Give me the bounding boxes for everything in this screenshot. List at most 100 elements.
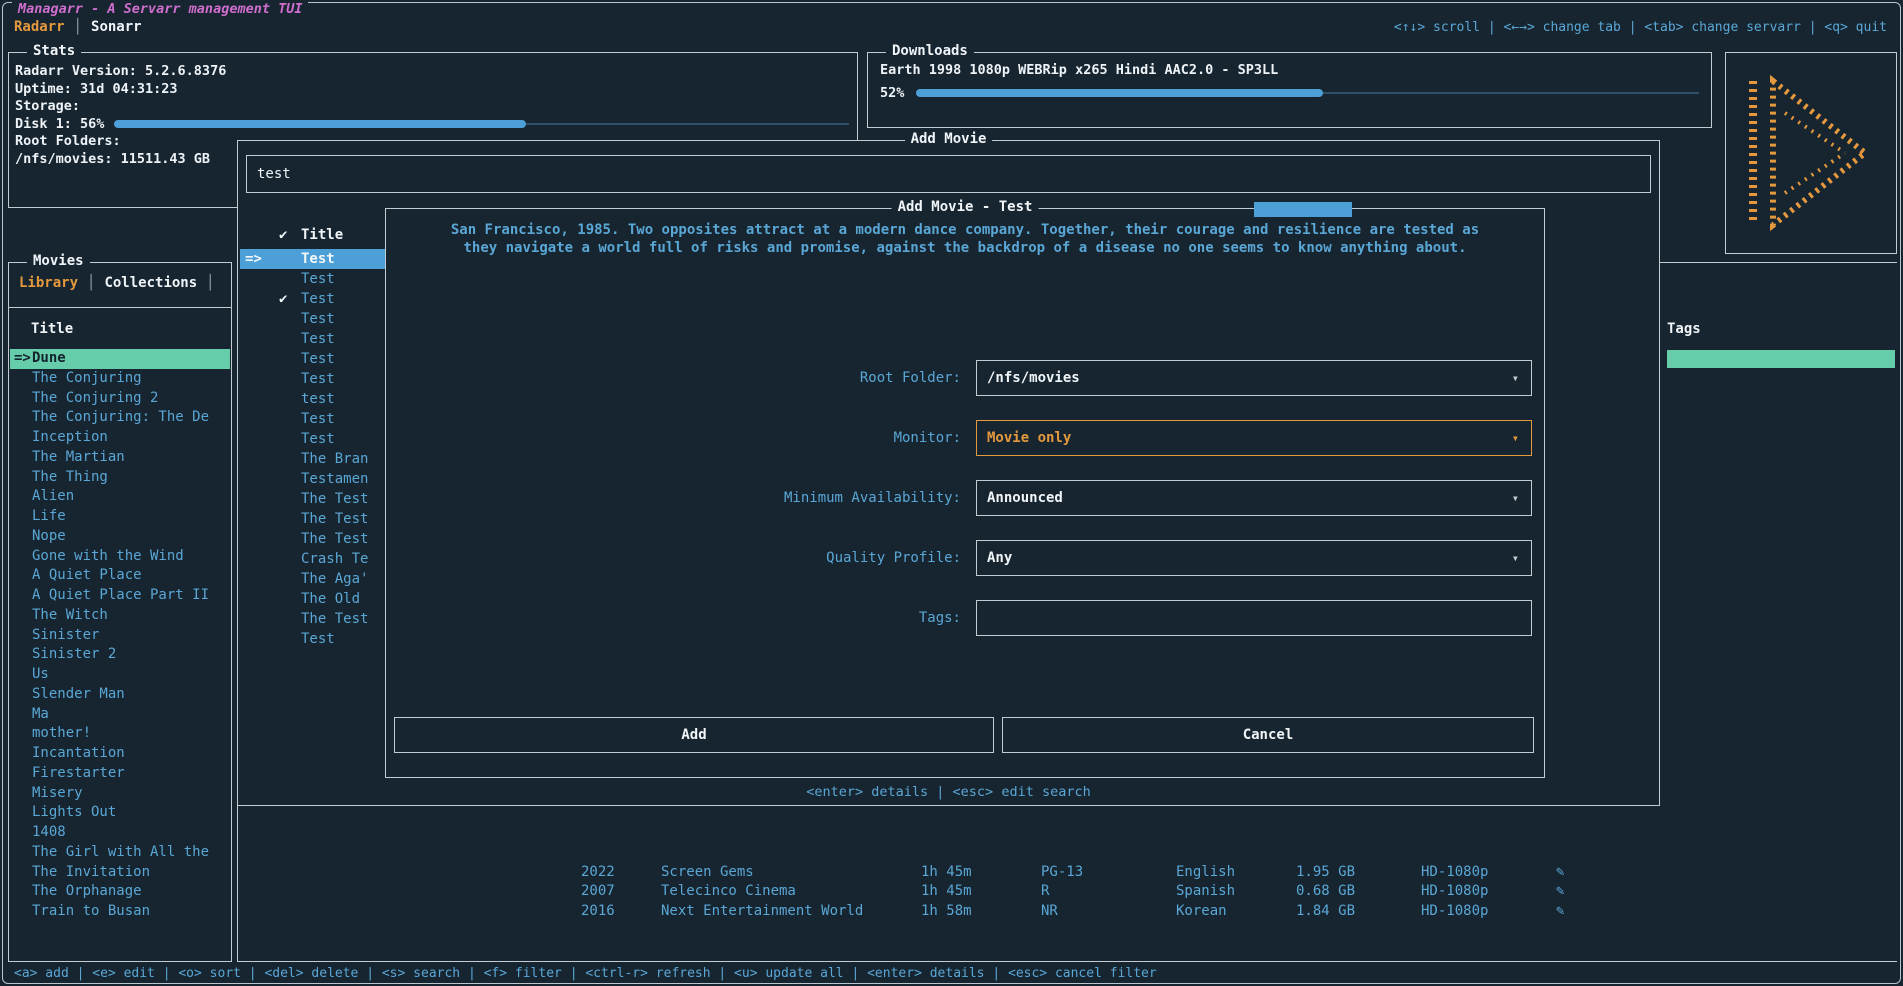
- movie-row[interactable]: Life: [10, 507, 230, 527]
- search-input-value: test: [247, 156, 1650, 192]
- result-title: Test: [301, 289, 335, 309]
- movie-row[interactable]: The Martian: [10, 448, 230, 468]
- tab-sonarr[interactable]: Sonarr: [91, 19, 142, 35]
- form-input-quality-profile[interactable]: Any▾: [976, 540, 1532, 576]
- movie-row[interactable]: The Conjuring: The De: [10, 408, 230, 428]
- add-movie-search-input[interactable]: test: [246, 155, 1651, 193]
- search-result-row[interactable]: Test: [240, 429, 386, 449]
- movie-row[interactable]: Train to Busan: [10, 902, 230, 922]
- movie-row[interactable]: Sinister: [10, 626, 230, 646]
- cancel-button[interactable]: Cancel: [1002, 717, 1534, 753]
- movie-row[interactable]: Sinister 2: [10, 645, 230, 665]
- search-result-row[interactable]: test: [240, 389, 386, 409]
- movie-title: The Conjuring: [32, 370, 142, 386]
- table-row[interactable]: 2022Screen Gems1h 45mPG-13English1.95 GB…: [238, 863, 1897, 883]
- cell-size: 0.68 GB: [1296, 882, 1355, 902]
- tab-library[interactable]: Library: [19, 275, 78, 291]
- movie-title: The Martian: [32, 449, 125, 465]
- download-progress-line: 52%: [868, 85, 1711, 101]
- search-result-row[interactable]: The Test: [240, 529, 386, 549]
- tab-radarr[interactable]: Radarr: [14, 19, 65, 35]
- search-result-row[interactable]: The Aga': [240, 569, 386, 589]
- movie-row[interactable]: Nope: [10, 527, 230, 547]
- movie-row[interactable]: Slender Man: [10, 685, 230, 705]
- download-item-name: Earth 1998 1080p WEBRip x265 Hindi AAC2.…: [868, 53, 1711, 78]
- form-value: Announced: [987, 481, 1063, 515]
- movie-row[interactable]: Firestarter: [10, 764, 230, 784]
- form-input-monitor[interactable]: Movie only▾: [976, 420, 1532, 456]
- search-result-row[interactable]: =>Test: [240, 249, 386, 269]
- add-movie-popup-title: Add Movie: [905, 131, 993, 147]
- movie-row[interactable]: Inception: [10, 428, 230, 448]
- table-row[interactable]: [238, 843, 1897, 863]
- tabs-divider: [9, 307, 231, 308]
- search-result-row[interactable]: Testamen: [240, 469, 386, 489]
- add-button[interactable]: Add: [394, 717, 994, 753]
- movie-row[interactable]: Gone with the Wind: [10, 547, 230, 567]
- popup-hint-text: <enter> details | <esc> edit search: [238, 784, 1659, 800]
- movie-row[interactable]: The Witch: [10, 606, 230, 626]
- edit-pencil-icon: ✎: [1556, 902, 1564, 922]
- search-result-row[interactable]: The Test: [240, 609, 386, 629]
- search-result-row[interactable]: Test: [240, 309, 386, 329]
- search-result-row[interactable]: Test: [240, 269, 386, 289]
- managarr-play-logo-icon: [1741, 69, 1881, 237]
- table-row[interactable]: [238, 803, 1897, 823]
- cell-quality: HD-1080p: [1421, 902, 1488, 922]
- movie-row[interactable]: The Girl with All the: [10, 843, 230, 863]
- movie-title: The Invitation: [32, 864, 150, 880]
- search-result-row[interactable]: Crash Te: [240, 549, 386, 569]
- movie-row[interactable]: Misery: [10, 784, 230, 804]
- chevron-down-icon: ▾: [1512, 541, 1519, 575]
- search-result-row[interactable]: ✔Test: [240, 289, 386, 309]
- movie-row[interactable]: Incantation: [10, 744, 230, 764]
- search-result-row[interactable]: The Old: [240, 589, 386, 609]
- table-row[interactable]: 2007Telecinco Cinema1h 45mRSpanish0.68 G…: [238, 882, 1897, 902]
- search-result-row[interactable]: The Bran: [240, 449, 386, 469]
- movie-row[interactable]: The Thing: [10, 468, 230, 488]
- downloads-panel: Downloads Earth 1998 1080p WEBRip x265 H…: [867, 52, 1712, 128]
- movie-title: The Witch: [32, 607, 108, 623]
- movie-row[interactable]: Lights Out: [10, 803, 230, 823]
- cell-studio: Telecinco Cinema: [661, 882, 796, 902]
- movie-row[interactable]: A Quiet Place Part II: [10, 586, 230, 606]
- movie-row[interactable]: =>Dune: [10, 349, 230, 369]
- search-result-row[interactable]: The Test: [240, 489, 386, 509]
- movie-row[interactable]: The Invitation: [10, 863, 230, 883]
- movie-title: Misery: [32, 785, 83, 801]
- cell-studio: Next Entertainment World: [661, 902, 863, 922]
- result-title: test: [301, 389, 335, 409]
- cell-runtime: 1h 45m: [921, 863, 972, 883]
- movie-title: The Girl with All the: [32, 844, 209, 860]
- form-input-root-folder[interactable]: /nfs/movies▾: [976, 360, 1532, 396]
- search-result-row[interactable]: Test: [240, 629, 386, 649]
- form-input-tags[interactable]: [976, 600, 1532, 636]
- search-result-row[interactable]: Test: [240, 329, 386, 349]
- cell-year: 2007: [581, 882, 615, 902]
- movie-row[interactable]: 1408: [10, 823, 230, 843]
- movie-row[interactable]: The Conjuring: [10, 369, 230, 389]
- movie-description: San Francisco, 1985. Two opposites attra…: [386, 221, 1544, 257]
- chevron-down-icon: ▾: [1512, 361, 1519, 395]
- form-input-minimum-availability[interactable]: Announced▾: [976, 480, 1532, 516]
- movie-row[interactable]: A Quiet Place: [10, 566, 230, 586]
- table-row[interactable]: 2016Next Entertainment World1h 58mNRKore…: [238, 902, 1897, 922]
- result-title: Test: [301, 409, 335, 429]
- cell-rating: R: [1041, 882, 1049, 902]
- movie-row[interactable]: The Conjuring 2: [10, 389, 230, 409]
- movie-row[interactable]: Ma: [10, 705, 230, 725]
- search-result-row[interactable]: Test: [240, 409, 386, 429]
- search-result-row[interactable]: Test: [240, 369, 386, 389]
- movie-row[interactable]: Us: [10, 665, 230, 685]
- table-row[interactable]: [238, 823, 1897, 843]
- search-result-row[interactable]: The Test: [240, 509, 386, 529]
- movie-row[interactable]: mother!: [10, 724, 230, 744]
- movie-title: Incantation: [32, 745, 125, 761]
- movie-row[interactable]: Alien: [10, 487, 230, 507]
- download-progress-gauge: [916, 89, 1699, 97]
- movie-title: Ma: [32, 706, 49, 722]
- search-result-row[interactable]: Test: [240, 349, 386, 369]
- movie-row[interactable]: The Orphanage: [10, 882, 230, 902]
- movies-panel: Movies Library│Collections│ Title =>Dune…: [8, 262, 232, 962]
- tab-collections[interactable]: Collections: [104, 275, 197, 291]
